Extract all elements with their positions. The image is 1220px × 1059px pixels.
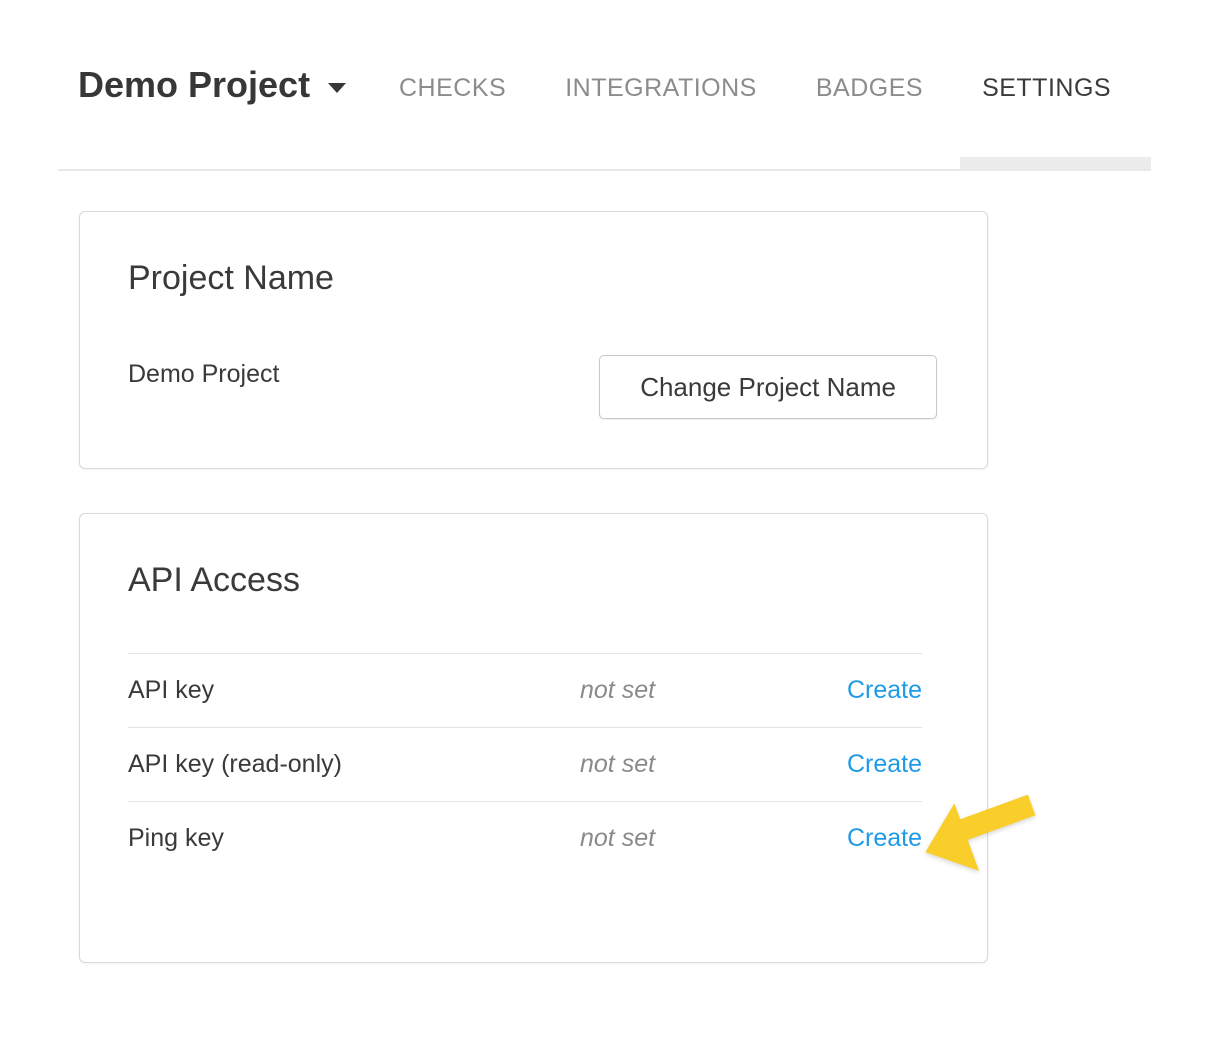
project-selector-label: Demo Project [78, 64, 310, 106]
ping-key-create-link[interactable]: Create [847, 824, 922, 853]
change-project-name-button[interactable]: Change Project Name [599, 355, 937, 419]
table-row-api-key: API key not set Create [128, 653, 922, 727]
api-key-create-link[interactable]: Create [847, 676, 922, 705]
tab-settings[interactable]: SETTINGS [982, 74, 1111, 103]
api-access-table: API key not set Create API key (read-onl… [128, 653, 922, 875]
api-key-readonly-label: API key (read-only) [128, 750, 580, 779]
table-row-api-key-readonly: API key (read-only) not set Create [128, 727, 922, 801]
api-key-value: not set [580, 676, 838, 705]
api-access-card: API Access API key not set Create API ke… [79, 513, 988, 963]
api-access-card-title: API Access [128, 561, 300, 600]
chevron-down-icon [328, 83, 346, 93]
api-key-label: API key [128, 676, 580, 705]
ping-key-label: Ping key [128, 824, 580, 853]
project-name-card: Project Name Demo Project Change Project… [79, 211, 988, 469]
ping-key-value: not set [580, 824, 838, 853]
api-key-readonly-create-link[interactable]: Create [847, 750, 922, 779]
tab-badges[interactable]: BADGES [816, 74, 923, 103]
table-row-ping-key: Ping key not set Create [128, 801, 922, 875]
tab-checks[interactable]: CHECKS [399, 74, 506, 103]
current-project-name: Demo Project [128, 360, 279, 389]
api-key-readonly-value: not set [580, 750, 838, 779]
project-selector[interactable]: Demo Project [78, 64, 346, 106]
tab-integrations[interactable]: INTEGRATIONS [565, 74, 757, 103]
top-nav: CHECKS INTEGRATIONS BADGES SETTINGS [399, 74, 1111, 103]
project-name-card-title: Project Name [128, 259, 334, 298]
header-divider [58, 169, 1151, 171]
